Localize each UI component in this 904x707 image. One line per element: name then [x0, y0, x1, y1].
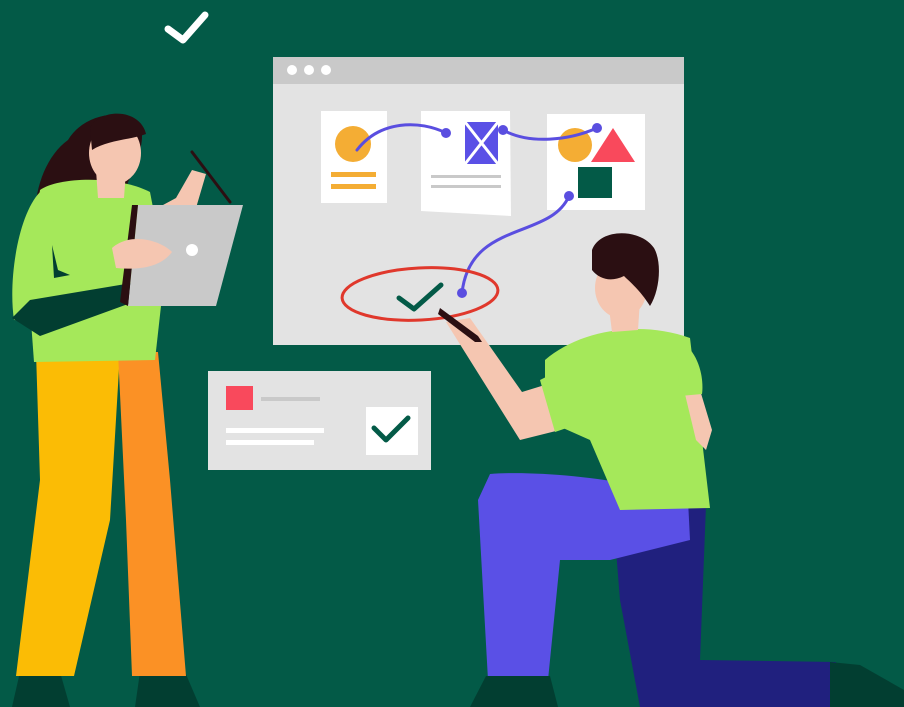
window-dots-icon — [287, 65, 331, 75]
image-card-icon — [321, 111, 387, 203]
whiteboard-titlebar — [273, 57, 684, 84]
form-card — [208, 371, 431, 470]
illustration — [12, 11, 904, 707]
check-icon — [164, 11, 209, 44]
